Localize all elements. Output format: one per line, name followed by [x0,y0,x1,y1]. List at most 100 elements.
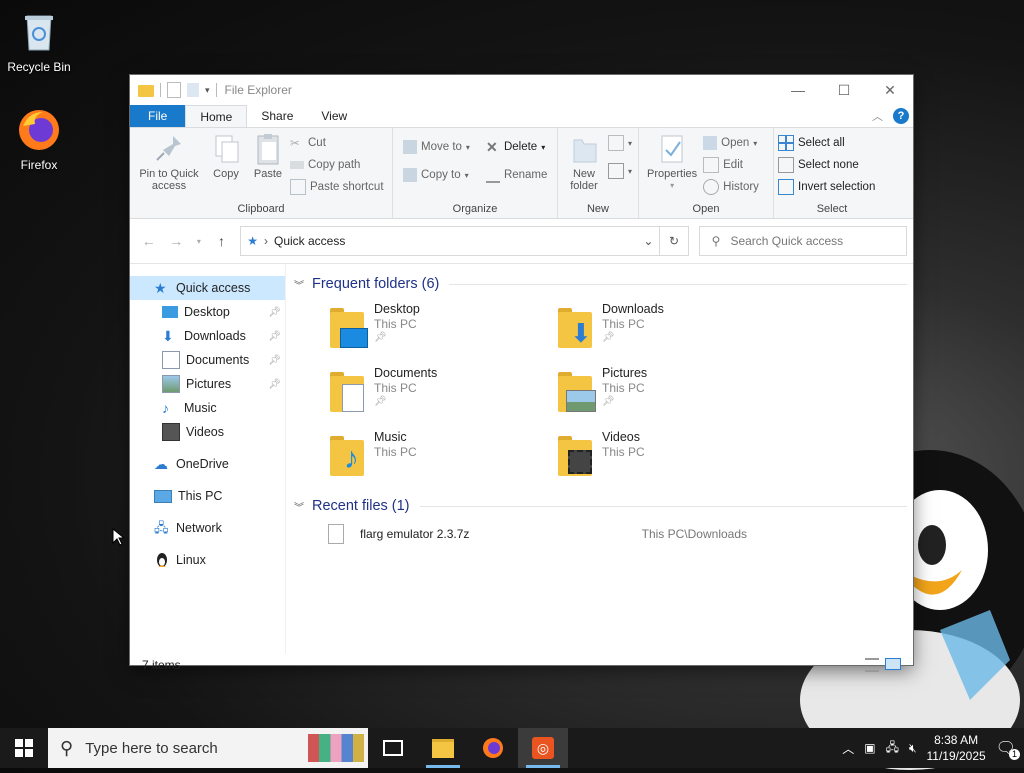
close-button[interactable]: ✕ [867,75,913,105]
move-to-button[interactable]: Move to ▾ [403,138,470,156]
pin-to-quick-access-button[interactable]: Pin to Quick access [134,132,204,202]
sidebar-item-quick-access[interactable]: ★ Quick access [130,276,285,300]
frequent-folders-header[interactable]: ︾ Frequent folders (6) [292,270,913,298]
firefox-icon [15,106,63,154]
collapse-ribbon-icon[interactable]: ︿ [872,108,883,124]
frequent-folder-desktop[interactable]: Desktop This PC 📌︎ [328,302,556,358]
mouse-cursor [112,527,126,549]
back-arrow-icon[interactable]: ← [140,233,157,249]
tab-view[interactable]: View [307,105,361,127]
recent-locations-icon[interactable]: ▾ [195,237,203,246]
computer-icon [154,489,172,503]
quick-access-toolbar: ▾ [138,82,217,98]
large-icons-view-icon[interactable] [885,658,901,670]
copy-to-icon [403,168,417,182]
task-view-button[interactable] [368,728,418,768]
paste-button[interactable]: Paste [248,132,288,202]
search-input[interactable]: ⚲ Search Quick access [698,226,907,256]
network-icon[interactable]: 🖧 [886,738,899,759]
invert-selection-button[interactable]: Invert selection [778,178,875,196]
new-folder-qa-icon[interactable] [187,83,199,97]
meet-now-icon[interactable]: ▣ [864,741,875,755]
sidebar-item-network[interactable]: 🖧 Network [130,516,285,540]
volume-muted-icon[interactable]: 🔇︎ [909,741,917,756]
properties-button[interactable]: Properties ▾ [643,132,701,202]
delete-button[interactable]: ✕ Delete ▾ [486,138,547,156]
sidebar-item-music[interactable]: ♪ Music [130,396,285,420]
frequent-folder-downloads[interactable]: ⬇ Downloads This PC 📌︎ [556,302,784,358]
move-to-icon [403,140,417,154]
maximize-button[interactable]: ☐ [821,75,867,105]
history-icon [703,179,720,195]
up-arrow-icon[interactable]: ↑ [213,233,230,249]
chevron-down-icon: ︾ [294,502,304,514]
address-dropdown-icon[interactable]: ⌄ [643,234,653,248]
select-group-label: Select [816,203,848,215]
frequent-folder-pictures[interactable]: Pictures This PC 📌︎ [556,366,784,422]
forward-arrow-icon[interactable]: → [167,233,184,249]
file-explorer-icon [432,738,454,758]
rename-button[interactable]: Rename [485,166,547,184]
new-item-button[interactable]: ▾ [608,134,632,152]
pin-icon: 📌︎ [602,332,615,343]
select-none-button[interactable]: Select none [778,156,875,174]
history-button[interactable]: History [703,178,759,196]
properties-qa-icon[interactable] [167,82,181,98]
taskbar-file-explorer[interactable] [418,728,468,768]
system-tray: ︿ ▣ 🖧 🔇︎ 8:38 AM 11/19/2025 🗨︎ 1 [842,732,1024,764]
new-folder-button[interactable]: New folder [562,132,606,202]
copy-to-button[interactable]: Copy to ▾ [403,166,470,184]
sidebar-item-linux[interactable]: Linux [130,548,285,572]
sidebar-item-onedrive[interactable]: ☁ OneDrive [130,452,285,476]
breadcrumb[interactable]: Quick access [274,234,345,248]
title-bar[interactable]: ▾ File Explorer — ☐ ✕ [130,75,913,105]
desktop-icon-recycle-bin[interactable]: Recycle Bin [4,8,74,74]
taskbar-ubuntu[interactable]: ◎ [518,728,568,768]
desktop-icon-firefox[interactable]: Firefox [4,106,74,172]
notification-icon[interactable]: 🗨︎ 1 [996,738,1020,760]
frequent-folder-documents[interactable]: Documents This PC 📌︎ [328,366,556,422]
folder-app-icon [138,83,154,97]
open-button[interactable]: Open ▾ [703,134,759,152]
ribbon-tabs: File Home Share View ︿ ? [130,105,913,127]
new-group: New folder ▾ ▾ New [558,128,639,218]
paste-shortcut-button[interactable]: Paste shortcut [290,178,384,196]
sidebar-item-downloads[interactable]: ⬇ Downloads 📌︎ [130,324,285,348]
select-all-button[interactable]: Select all [778,134,875,152]
sidebar-item-videos[interactable]: Videos [130,420,285,444]
item-count: 7 items [142,658,181,672]
tab-share[interactable]: Share [247,105,307,127]
sidebar-item-pictures[interactable]: Pictures 📌︎ [130,372,285,396]
sidebar-item-desktop[interactable]: Desktop 📌︎ [130,300,285,324]
minimize-button[interactable]: — [775,75,821,105]
start-button[interactable] [0,728,48,768]
taskbar-firefox[interactable] [468,728,518,768]
refresh-button[interactable]: ↻ [660,226,689,256]
tab-file[interactable]: File [130,105,186,127]
sidebar-item-documents[interactable]: Documents 📌︎ [130,348,285,372]
recent-files-header[interactable]: ︾ Recent files (1) [292,492,913,520]
tab-home[interactable]: Home [185,105,248,127]
cut-button[interactable]: ✂ Cut [290,134,384,152]
help-icon[interactable]: ? [893,108,909,124]
linux-penguin-icon [154,552,170,568]
recent-file-row[interactable]: flarg emulator 2.3.7z This PC\Downloads [292,520,913,548]
frequent-folder-videos[interactable]: Videos This PC [556,430,784,486]
sidebar-item-this-pc[interactable]: This PC [130,484,285,508]
address-box[interactable]: ★ › Quick access ⌄ [240,226,661,256]
videos-folder-icon [556,434,594,478]
edit-button[interactable]: Edit [703,156,759,174]
show-hidden-icons-chevron-icon[interactable]: ︿ [842,740,854,757]
clock[interactable]: 8:38 AM 11/19/2025 [927,732,986,764]
copy-path-button[interactable]: Copy path [290,156,384,174]
customize-qa-icon[interactable]: ▾ [205,85,210,96]
details-view-icon[interactable] [865,658,879,672]
content-area: ★ Quick access Desktop 📌︎ ⬇ Downloads 📌︎… [130,264,913,654]
taskbar-search-input[interactable]: ⚲ Type here to search [48,728,368,768]
quick-access-star-icon: ★ [247,234,258,248]
frequent-folder-music[interactable]: ♪ Music This PC [328,430,556,486]
copy-button[interactable]: Copy [206,132,246,202]
easy-access-button[interactable]: ▾ [608,162,632,180]
rename-icon [485,167,500,183]
copy-icon [210,132,242,166]
